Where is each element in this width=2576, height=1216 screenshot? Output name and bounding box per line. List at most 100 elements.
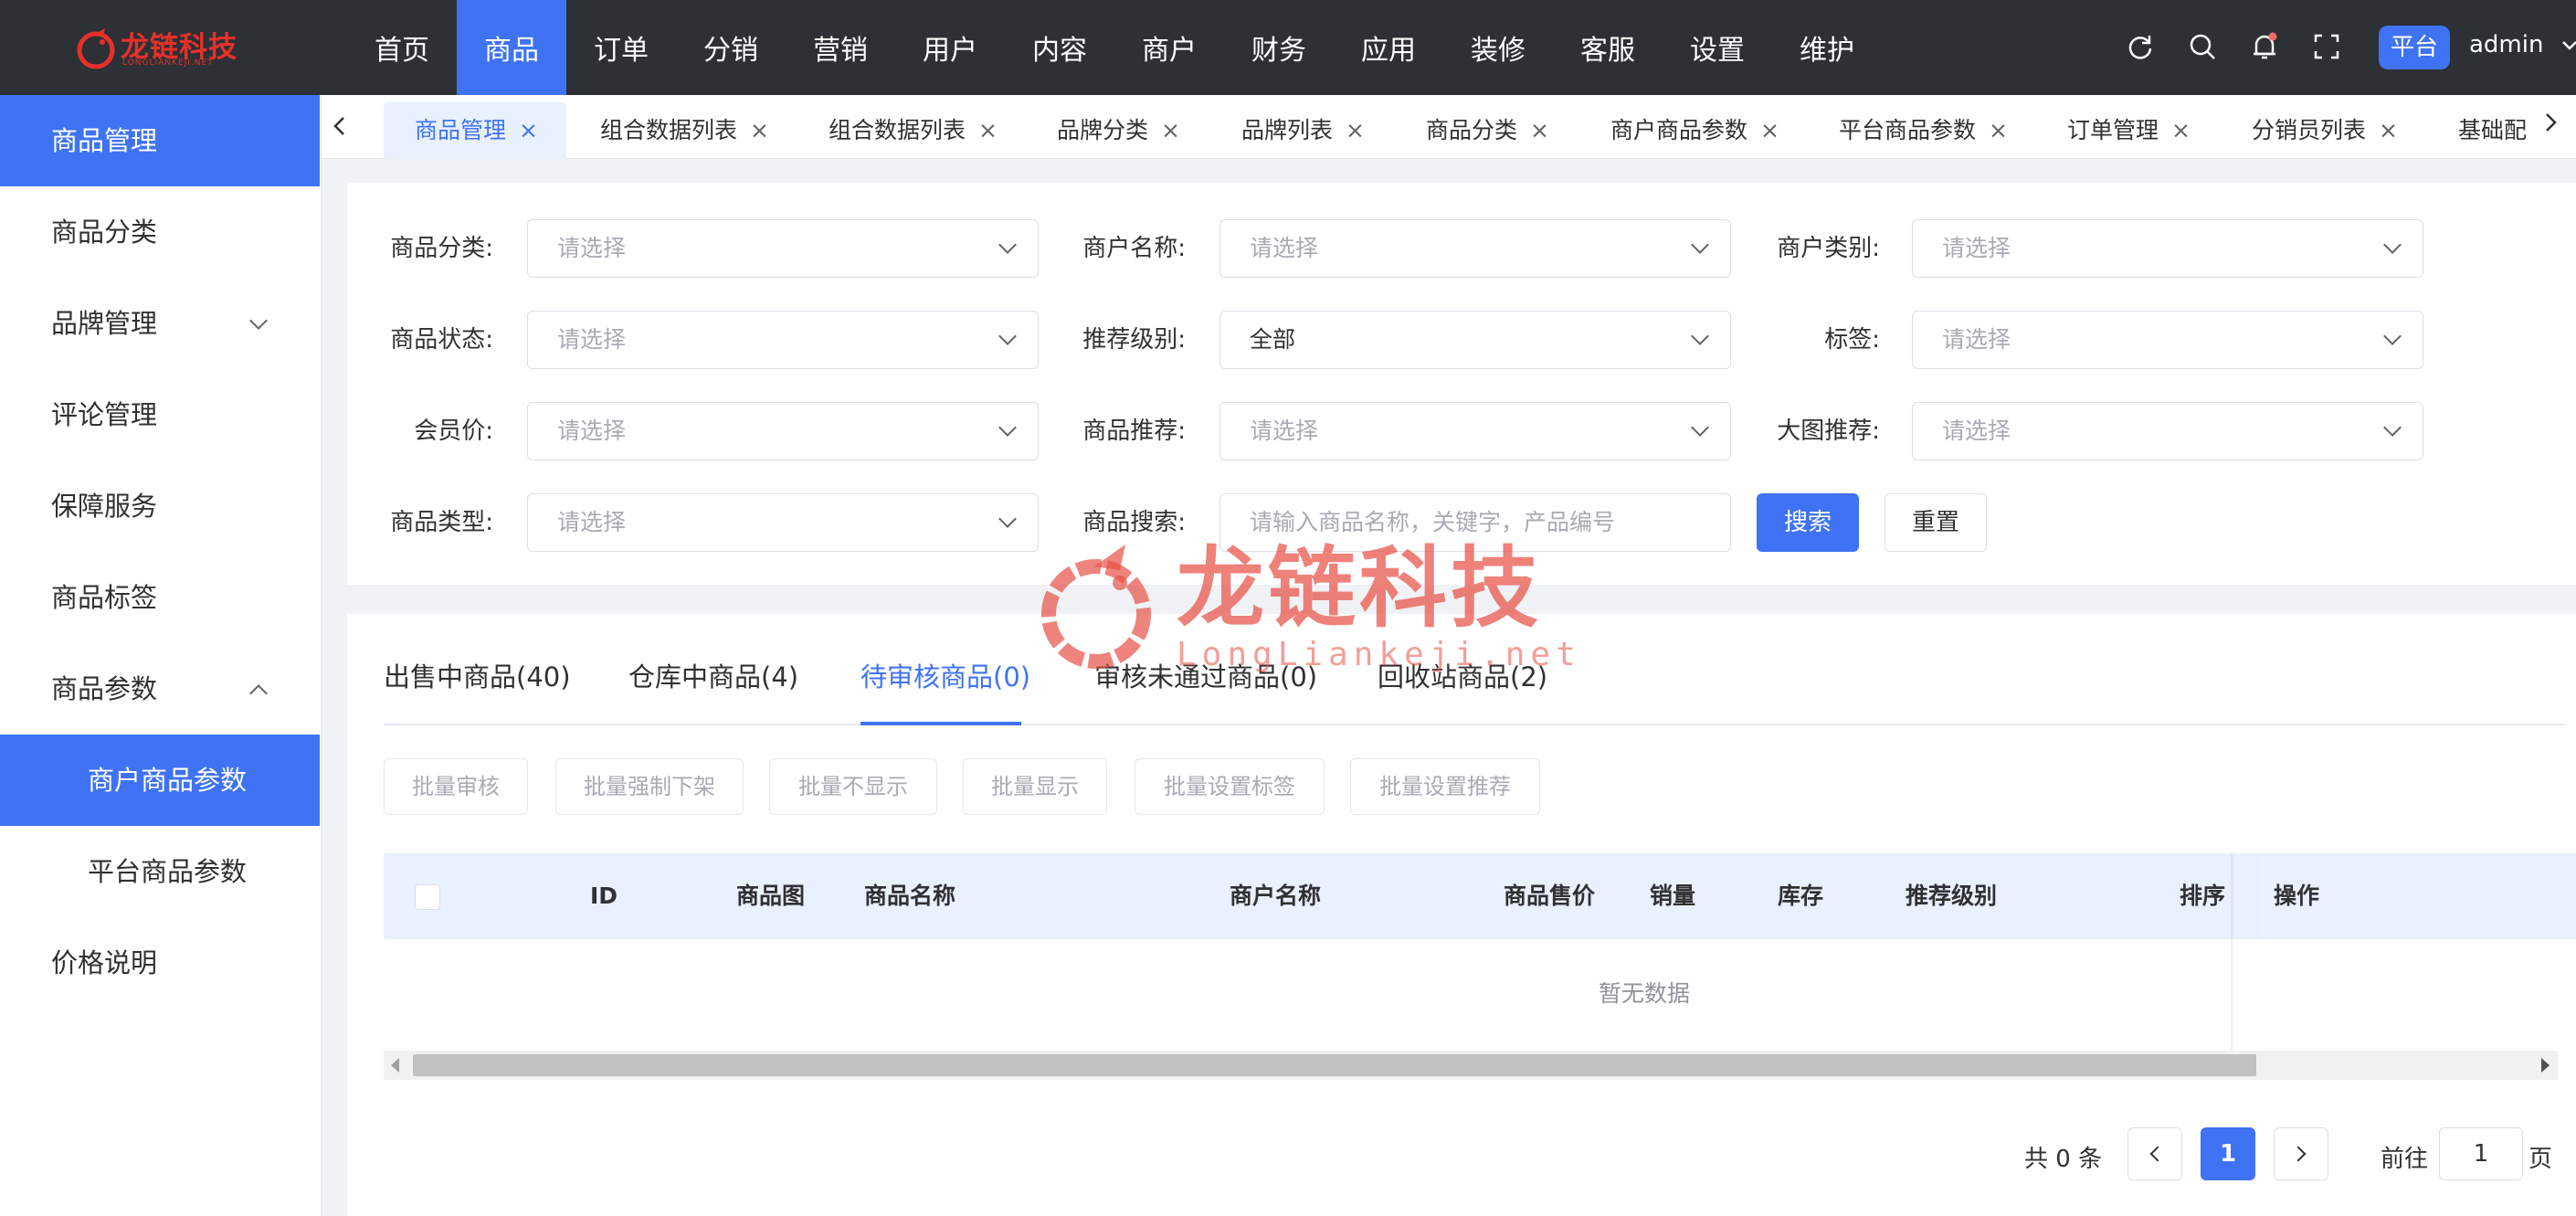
close-icon[interactable]: × [978,117,998,143]
column-id: ID [590,883,618,909]
tab-merchant-goods-params[interactable]: 商户商品参数 × [1610,102,1779,159]
prev-page-button[interactable] [2127,1127,2182,1180]
type-label: 商品类型: [390,509,493,536]
batch-set-tag-button[interactable]: 批量设置标签 [1135,758,1325,815]
tab-combo-data-list-2[interactable]: 组合数据列表 × [829,102,998,159]
tab-warehouse[interactable]: 仓库中商品(4) [628,656,798,694]
tab-brand-category[interactable]: 品牌分类 × [1057,102,1180,159]
merchant-name-select[interactable]: 请选择 [1219,219,1731,278]
member-price-select[interactable]: 请选择 [527,402,1039,460]
search-icon[interactable] [2187,31,2218,62]
tab-combo-data-list-1[interactable]: 组合数据列表 × [600,102,769,159]
tab-on-sale[interactable]: 出售中商品(40) [384,656,571,694]
column-actions: 操作 [2256,853,2576,939]
brand-logo[interactable]: 龙链科技 LONGLIANKEJI.NET [73,22,238,75]
chevron-left-icon[interactable] [331,115,349,137]
tab-order-management[interactable]: 订单管理 × [2067,102,2191,159]
tab-label: 组合数据列表 [600,117,738,143]
tab-goods-category[interactable]: 商品分类 × [1426,102,1549,159]
sidebar-item-comment-management[interactable]: 评论管理 [0,369,320,460]
nav-orders[interactable]: 订单 [566,0,676,95]
select-placeholder: 请选择 [557,418,627,444]
close-icon[interactable]: × [1346,117,1365,143]
column-image: 商品图 [736,883,806,909]
close-icon[interactable]: × [1760,117,1779,143]
next-page-button[interactable] [2274,1127,2328,1180]
platform-badge[interactable]: 平台 [2379,26,2450,69]
nav-content[interactable]: 内容 [1005,0,1114,95]
recommend-level-select[interactable]: 全部 [1219,311,1731,369]
close-icon[interactable]: × [519,117,538,143]
nav-decoration[interactable]: 装修 [1443,0,1553,95]
batch-force-offshelf-button[interactable]: 批量强制下架 [555,758,744,815]
nav-goods[interactable]: 商品 [457,0,566,95]
close-icon[interactable]: × [1989,117,2008,143]
close-icon[interactable]: × [1530,117,1549,143]
page-number-current[interactable]: 1 [2201,1127,2255,1180]
tab-recycle-bin[interactable]: 回收站商品(2) [1378,656,1547,694]
scroll-right-icon[interactable] [2541,1058,2550,1073]
big-image-select[interactable]: 请选择 [1912,402,2423,460]
select-all-checkbox[interactable] [415,884,440,910]
close-icon[interactable]: × [1161,117,1180,143]
nav-settings[interactable]: 设置 [1663,0,1772,95]
nav-customer-service[interactable]: 客服 [1553,0,1663,95]
chevron-right-icon [2290,1146,2307,1162]
tab-distributor-list[interactable]: 分销员列表 × [2252,102,2398,159]
category-select[interactable]: 请选择 [527,219,1039,278]
tag-select[interactable]: 请选择 [1912,311,2423,369]
type-select[interactable]: 请选择 [527,493,1039,552]
tab-goods-management[interactable]: 商品管理 × [384,102,566,159]
fullscreen-icon[interactable] [2311,31,2342,62]
sidebar-item-goods-category[interactable]: 商品分类 [0,186,320,278]
sidebar-item-price-description[interactable]: 价格说明 [0,917,320,1009]
chevron-down-icon [2383,418,2402,437]
reset-button[interactable]: 重置 [1884,493,1987,552]
nav-users[interactable]: 用户 [895,0,1005,95]
nav-home[interactable]: 首页 [347,0,457,95]
scrollbar-thumb[interactable] [413,1054,2256,1076]
close-icon[interactable]: × [750,117,769,143]
sidebar-item-platform-goods-params[interactable]: 平台商品参数 [0,826,320,917]
nav-merchants[interactable]: 商户 [1114,0,1224,95]
goto-page-input[interactable]: 1 [2439,1127,2523,1180]
column-name: 商品名称 [864,883,956,909]
sidebar-item-brand-management[interactable]: 品牌管理 [0,278,320,369]
merchant-type-select[interactable]: 请选择 [1912,219,2423,278]
batch-review-button[interactable]: 批量审核 [384,758,528,815]
sidebar-item-guarantee-service[interactable]: 保障服务 [0,460,320,552]
status-select[interactable]: 请选择 [527,311,1039,369]
column-recommend-level: 推荐级别 [1906,883,1998,909]
sidebar-item-goods-params[interactable]: 商品参数 [0,643,320,735]
sidebar-item-goods-tag[interactable]: 商品标签 [0,552,320,643]
close-icon[interactable]: × [2379,117,2398,143]
batch-show-button[interactable]: 批量显示 [963,758,1107,815]
nav-distribution[interactable]: 分销 [676,0,786,95]
bell-icon[interactable] [2249,31,2280,62]
tab-basic-config[interactable]: 基础配 [2458,102,2540,159]
close-icon[interactable]: × [2171,117,2191,143]
goto-label: 前往 [2381,1146,2429,1173]
nav-apps[interactable]: 应用 [1334,0,1443,95]
search-button[interactable]: 搜索 [1757,493,1859,552]
horizontal-scrollbar[interactable] [384,1051,2558,1080]
refresh-icon[interactable] [2125,31,2156,62]
search-input[interactable]: 请输入商品名称，关键字，产品编号 [1219,493,1731,552]
select-placeholder: 请选择 [557,509,627,535]
user-menu[interactable]: admin [2469,31,2576,58]
nav-maintenance[interactable]: 维护 [1772,0,1882,95]
batch-set-recommend-button[interactable]: 批量设置推荐 [1350,758,1540,815]
tab-brand-list[interactable]: 品牌列表 × [1241,102,1365,159]
sidebar-item-goods-management[interactable]: 商品管理 [0,95,320,186]
table-header: ID 商品图 商品名称 商户名称 商品售价 销量 库存 推荐级别 排序 操作 [384,853,2576,939]
nav-marketing[interactable]: 营销 [786,0,895,95]
chevron-right-icon[interactable] [2541,111,2560,133]
tab-review-failed[interactable]: 审核未通过商品(0) [1094,656,1317,694]
sidebar-item-merchant-goods-params[interactable]: 商户商品参数 [0,735,320,826]
nav-finance[interactable]: 财务 [1224,0,1334,95]
recommend-select[interactable]: 请选择 [1219,402,1731,460]
tab-pending-review[interactable]: 待审核商品(0) [860,656,1030,694]
tab-platform-goods-params[interactable]: 平台商品参数 × [1839,102,2008,159]
scroll-left-icon[interactable] [391,1058,399,1073]
batch-hide-button[interactable]: 批量不显示 [769,758,937,815]
